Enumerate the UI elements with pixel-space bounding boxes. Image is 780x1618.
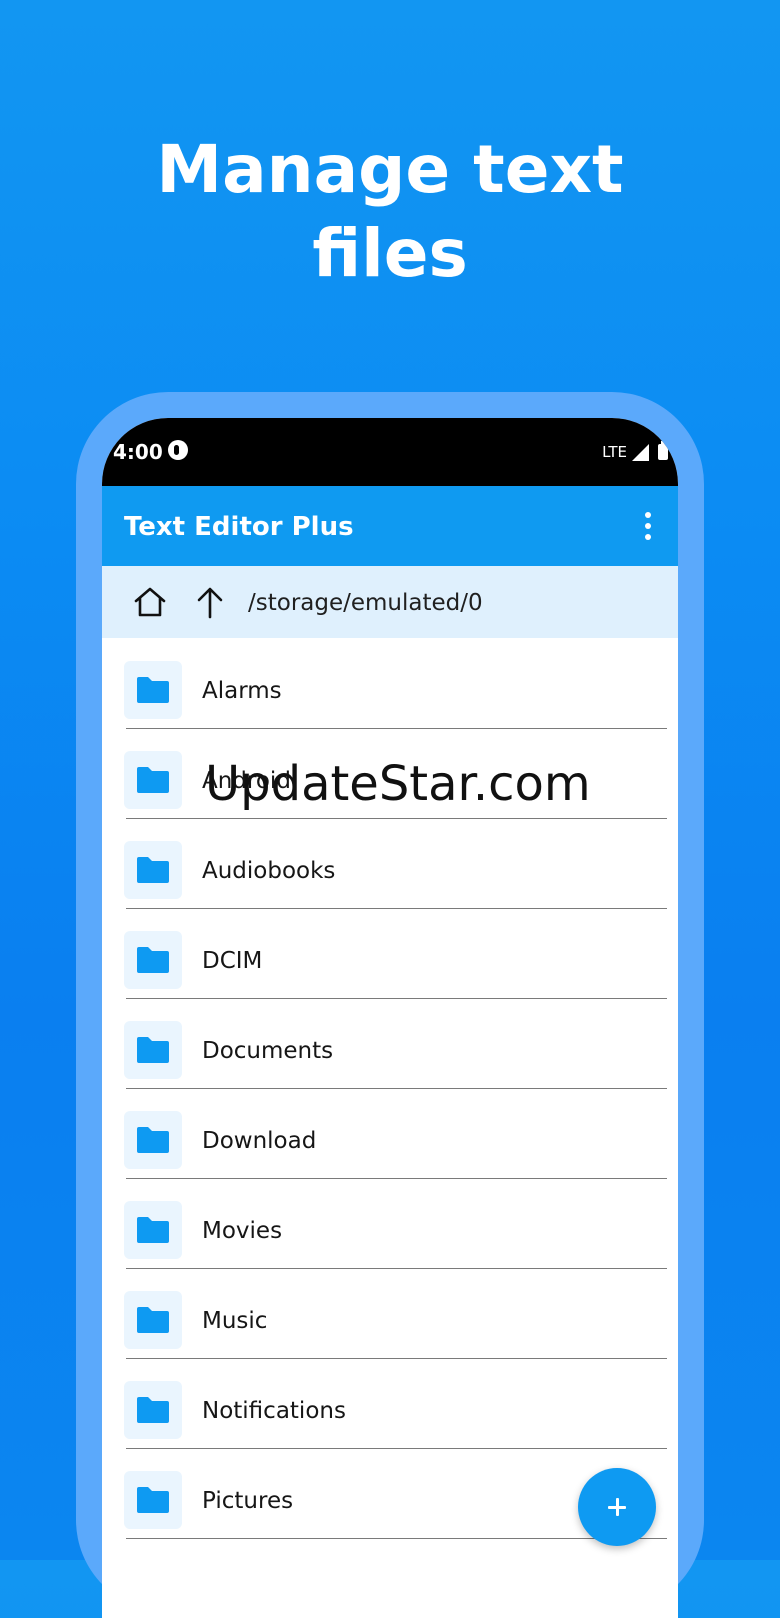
- phone-screen: 4:00 LTE Text Editor Plus /storage/emula…: [102, 418, 678, 1618]
- folder-row[interactable]: DCIM: [102, 908, 678, 999]
- folder-icon: [137, 1127, 169, 1153]
- network-type: LTE: [602, 443, 627, 461]
- folder-row[interactable]: Alarms: [102, 638, 678, 729]
- folder-icon: [137, 1307, 169, 1333]
- folder-name: Documents: [202, 1038, 334, 1064]
- headline-line-2: files: [312, 215, 468, 292]
- app-bar: Text Editor Plus: [102, 486, 678, 566]
- folder-name: Audiobooks: [202, 858, 336, 884]
- status-indicators: LTE: [602, 441, 668, 462]
- folder-name: Download: [202, 1128, 317, 1154]
- folder-tile: [124, 1381, 182, 1439]
- folder-row[interactable]: Documents: [102, 998, 678, 1089]
- folder-row[interactable]: Notifications: [102, 1358, 678, 1449]
- folder-name: DCIM: [202, 948, 263, 974]
- folder-name: Alarms: [202, 678, 282, 704]
- folder-icon: [137, 857, 169, 883]
- folder-tile: [124, 751, 182, 809]
- path-bar: /storage/emulated/0: [102, 566, 678, 638]
- folder-tile: [124, 931, 182, 989]
- folder-icon: [137, 1487, 169, 1513]
- folder-name: Pictures: [202, 1488, 294, 1514]
- folder-row[interactable]: Music: [102, 1268, 678, 1359]
- headline: Manage text files: [0, 128, 780, 296]
- folder-tile: [124, 1291, 182, 1349]
- headline-line-1: Manage text: [156, 131, 624, 208]
- folder-tile: [124, 1021, 182, 1079]
- folder-name: Notifications: [202, 1398, 346, 1424]
- app-title: Text Editor Plus: [124, 512, 354, 542]
- app-notification-icon: [168, 440, 188, 460]
- home-icon[interactable]: [132, 584, 168, 620]
- add-fab-button[interactable]: [578, 1468, 656, 1546]
- folder-icon: [137, 1397, 169, 1423]
- battery-icon: [658, 441, 668, 460]
- folder-name: Movies: [202, 1218, 283, 1244]
- folder-tile: [124, 1471, 182, 1529]
- folder-icon: [137, 947, 169, 973]
- more-vert-icon[interactable]: [640, 512, 656, 540]
- signal-icon: [632, 443, 649, 461]
- current-path: /storage/emulated/0: [248, 590, 483, 616]
- folder-tile: [124, 1111, 182, 1169]
- watermark: UpdateStar.com: [205, 756, 591, 812]
- folder-row[interactable]: Download: [102, 1088, 678, 1179]
- folder-name: Music: [202, 1308, 268, 1334]
- arrow-up-icon[interactable]: [194, 584, 226, 620]
- folder-icon: [137, 1037, 169, 1063]
- status-bar: 4:00 LTE: [102, 418, 678, 486]
- folder-tile: [124, 1201, 182, 1259]
- status-time: 4:00: [113, 440, 163, 464]
- folder-tile: [124, 661, 182, 719]
- folder-icon: [137, 1217, 169, 1243]
- folder-icon: [137, 767, 169, 793]
- folder-row[interactable]: Movies: [102, 1178, 678, 1269]
- folder-row[interactable]: Audiobooks: [102, 818, 678, 909]
- folder-tile: [124, 841, 182, 899]
- folder-icon: [137, 677, 169, 703]
- divider: [126, 1538, 667, 1539]
